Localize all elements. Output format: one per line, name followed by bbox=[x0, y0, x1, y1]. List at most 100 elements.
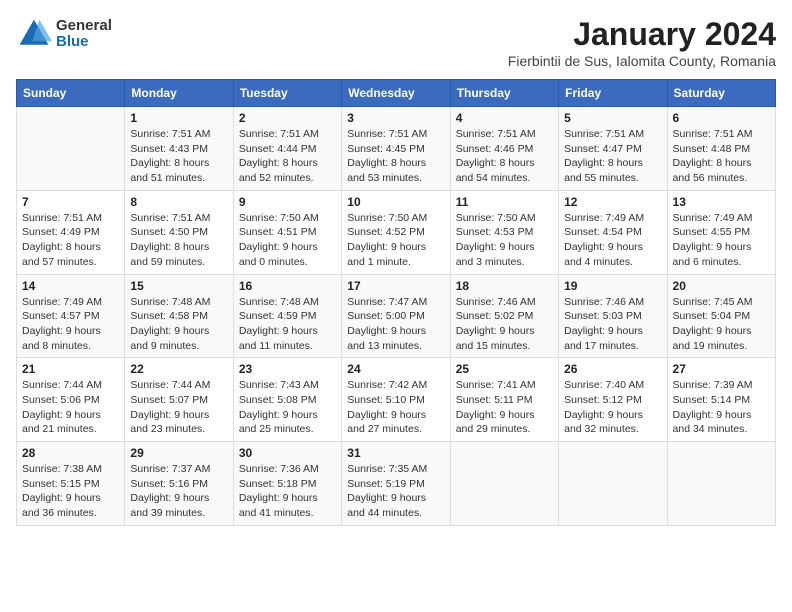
page-title: January 2024 bbox=[508, 16, 776, 53]
calendar-week-row: 28 Sunrise: 7:38 AMSunset: 5:15 PMDayligh… bbox=[17, 442, 776, 526]
title-block: January 2024 Fierbintii de Sus, Ialomita… bbox=[508, 16, 776, 69]
day-number: 23 bbox=[239, 362, 336, 376]
day-number: 10 bbox=[347, 195, 444, 209]
calendar-cell bbox=[450, 442, 558, 526]
calendar-cell: 15 Sunrise: 7:48 AMSunset: 4:58 PMDayligh… bbox=[125, 274, 233, 358]
day-info: Sunrise: 7:51 AMSunset: 4:43 PMDaylight:… bbox=[130, 127, 227, 186]
page-subtitle: Fierbintii de Sus, Ialomita County, Roma… bbox=[508, 53, 776, 69]
calendar-cell bbox=[559, 442, 667, 526]
calendar-cell: 24 Sunrise: 7:42 AMSunset: 5:10 PMDayligh… bbox=[342, 358, 450, 442]
day-number: 20 bbox=[673, 279, 770, 293]
day-info: Sunrise: 7:49 AMSunset: 4:55 PMDaylight:… bbox=[673, 211, 770, 270]
calendar-cell: 25Sunrise: 7:41 AMSunset: 5:11 PMDayligh… bbox=[450, 358, 558, 442]
day-number: 27 bbox=[673, 362, 770, 376]
calendar-cell: 31Sunrise: 7:35 AMSunset: 5:19 PMDayligh… bbox=[342, 442, 450, 526]
day-info: Sunrise: 7:51 AMSunset: 4:46 PMDaylight:… bbox=[456, 127, 553, 186]
calendar-cell: 8 Sunrise: 7:51 AMSunset: 4:50 PMDaylight… bbox=[125, 190, 233, 274]
day-number: 18 bbox=[456, 279, 553, 293]
day-info: Sunrise: 7:47 AMSunset: 5:00 PMDaylight:… bbox=[347, 295, 444, 354]
calendar-cell: 20 Sunrise: 7:45 AMSunset: 5:04 PMDayligh… bbox=[667, 274, 775, 358]
weekday-header: Tuesday bbox=[233, 80, 341, 107]
calendar-cell: 30 Sunrise: 7:36 AMSunset: 5:18 PMDayligh… bbox=[233, 442, 341, 526]
day-info: Sunrise: 7:43 AMSunset: 5:08 PMDaylight:… bbox=[239, 378, 336, 437]
calendar-week-row: 7 Sunrise: 7:51 AMSunset: 4:49 PMDaylight… bbox=[17, 190, 776, 274]
calendar-cell: 19 Sunrise: 7:46 AMSunset: 5:03 PMDayligh… bbox=[559, 274, 667, 358]
calendar-cell: 2Sunrise: 7:51 AMSunset: 4:44 PMDaylight… bbox=[233, 107, 341, 191]
calendar-body: 1 Sunrise: 7:51 AMSunset: 4:43 PMDaylight… bbox=[17, 107, 776, 526]
day-info: Sunrise: 7:50 AMSunset: 4:53 PMDaylight:… bbox=[456, 211, 553, 270]
day-info: Sunrise: 7:51 AMSunset: 4:50 PMDaylight:… bbox=[130, 211, 227, 270]
day-info: Sunrise: 7:48 AMSunset: 4:59 PMDaylight:… bbox=[239, 295, 336, 354]
calendar-cell: 5Sunrise: 7:51 AMSunset: 4:47 PMDaylight… bbox=[559, 107, 667, 191]
day-info: Sunrise: 7:45 AMSunset: 5:04 PMDaylight:… bbox=[673, 295, 770, 354]
day-number: 1 bbox=[130, 111, 227, 125]
day-number: 6 bbox=[673, 111, 770, 125]
logo: General Blue bbox=[16, 16, 112, 52]
day-info: Sunrise: 7:44 AMSunset: 5:07 PMDaylight:… bbox=[130, 378, 227, 437]
calendar-cell: 4 Sunrise: 7:51 AMSunset: 4:46 PMDaylight… bbox=[450, 107, 558, 191]
page-header: General Blue January 2024 Fierbintii de … bbox=[16, 16, 776, 69]
day-number: 14 bbox=[22, 279, 119, 293]
day-number: 11 bbox=[456, 195, 553, 209]
weekday-header: Sunday bbox=[17, 80, 125, 107]
day-number: 8 bbox=[130, 195, 227, 209]
logo-general: General bbox=[56, 18, 112, 35]
calendar-cell: 13 Sunrise: 7:49 AMSunset: 4:55 PMDayligh… bbox=[667, 190, 775, 274]
calendar-cell: 18 Sunrise: 7:46 AMSunset: 5:02 PMDayligh… bbox=[450, 274, 558, 358]
day-number: 28 bbox=[22, 446, 119, 460]
calendar-header: SundayMondayTuesdayWednesdayThursdayFrid… bbox=[17, 80, 776, 107]
day-number: 13 bbox=[673, 195, 770, 209]
day-number: 12 bbox=[564, 195, 661, 209]
day-number: 24 bbox=[347, 362, 444, 376]
day-info: Sunrise: 7:44 AMSunset: 5:06 PMDaylight:… bbox=[22, 378, 119, 437]
day-number: 19 bbox=[564, 279, 661, 293]
day-number: 7 bbox=[22, 195, 119, 209]
weekday-header: Monday bbox=[125, 80, 233, 107]
day-number: 21 bbox=[22, 362, 119, 376]
weekday-header: Wednesday bbox=[342, 80, 450, 107]
calendar-cell bbox=[17, 107, 125, 191]
day-number: 30 bbox=[239, 446, 336, 460]
calendar-cell: 10Sunrise: 7:50 AMSunset: 4:52 PMDayligh… bbox=[342, 190, 450, 274]
calendar-cell: 29 Sunrise: 7:37 AMSunset: 5:16 PMDayligh… bbox=[125, 442, 233, 526]
day-number: 29 bbox=[130, 446, 227, 460]
day-info: Sunrise: 7:51 AMSunset: 4:49 PMDaylight:… bbox=[22, 211, 119, 270]
calendar-cell: 12Sunrise: 7:49 AMSunset: 4:54 PMDayligh… bbox=[559, 190, 667, 274]
day-info: Sunrise: 7:50 AMSunset: 4:51 PMDaylight:… bbox=[239, 211, 336, 270]
day-info: Sunrise: 7:46 AMSunset: 5:03 PMDaylight:… bbox=[564, 295, 661, 354]
logo-icon bbox=[16, 16, 52, 52]
day-info: Sunrise: 7:39 AMSunset: 5:14 PMDaylight:… bbox=[673, 378, 770, 437]
calendar-week-row: 21 Sunrise: 7:44 AMSunset: 5:06 PMDayligh… bbox=[17, 358, 776, 442]
day-info: Sunrise: 7:37 AMSunset: 5:16 PMDaylight:… bbox=[130, 462, 227, 521]
logo-blue: Blue bbox=[56, 34, 112, 51]
calendar-cell: 28 Sunrise: 7:38 AMSunset: 5:15 PMDayligh… bbox=[17, 442, 125, 526]
day-info: Sunrise: 7:42 AMSunset: 5:10 PMDaylight:… bbox=[347, 378, 444, 437]
day-number: 25 bbox=[456, 362, 553, 376]
day-info: Sunrise: 7:36 AMSunset: 5:18 PMDaylight:… bbox=[239, 462, 336, 521]
calendar-cell: 7 Sunrise: 7:51 AMSunset: 4:49 PMDaylight… bbox=[17, 190, 125, 274]
day-info: Sunrise: 7:51 AMSunset: 4:48 PMDaylight:… bbox=[673, 127, 770, 186]
day-number: 3 bbox=[347, 111, 444, 125]
day-number: 15 bbox=[130, 279, 227, 293]
day-number: 26 bbox=[564, 362, 661, 376]
weekday-header: Saturday bbox=[667, 80, 775, 107]
day-number: 17 bbox=[347, 279, 444, 293]
calendar-cell: 3Sunrise: 7:51 AMSunset: 4:45 PMDaylight… bbox=[342, 107, 450, 191]
day-number: 4 bbox=[456, 111, 553, 125]
calendar-cell: 1 Sunrise: 7:51 AMSunset: 4:43 PMDaylight… bbox=[125, 107, 233, 191]
calendar-week-row: 1 Sunrise: 7:51 AMSunset: 4:43 PMDaylight… bbox=[17, 107, 776, 191]
day-number: 16 bbox=[239, 279, 336, 293]
day-info: Sunrise: 7:46 AMSunset: 5:02 PMDaylight:… bbox=[456, 295, 553, 354]
calendar-cell: 26Sunrise: 7:40 AMSunset: 5:12 PMDayligh… bbox=[559, 358, 667, 442]
calendar-cell: 16 Sunrise: 7:48 AMSunset: 4:59 PMDayligh… bbox=[233, 274, 341, 358]
day-info: Sunrise: 7:48 AMSunset: 4:58 PMDaylight:… bbox=[130, 295, 227, 354]
day-info: Sunrise: 7:38 AMSunset: 5:15 PMDaylight:… bbox=[22, 462, 119, 521]
calendar-cell: 17 Sunrise: 7:47 AMSunset: 5:00 PMDayligh… bbox=[342, 274, 450, 358]
weekday-header: Friday bbox=[559, 80, 667, 107]
calendar-cell: 9Sunrise: 7:50 AMSunset: 4:51 PMDaylight… bbox=[233, 190, 341, 274]
calendar-cell: 21 Sunrise: 7:44 AMSunset: 5:06 PMDayligh… bbox=[17, 358, 125, 442]
weekday-row: SundayMondayTuesdayWednesdayThursdayFrid… bbox=[17, 80, 776, 107]
calendar-table: SundayMondayTuesdayWednesdayThursdayFrid… bbox=[16, 79, 776, 526]
day-number: 2 bbox=[239, 111, 336, 125]
day-info: Sunrise: 7:49 AMSunset: 4:57 PMDaylight:… bbox=[22, 295, 119, 354]
